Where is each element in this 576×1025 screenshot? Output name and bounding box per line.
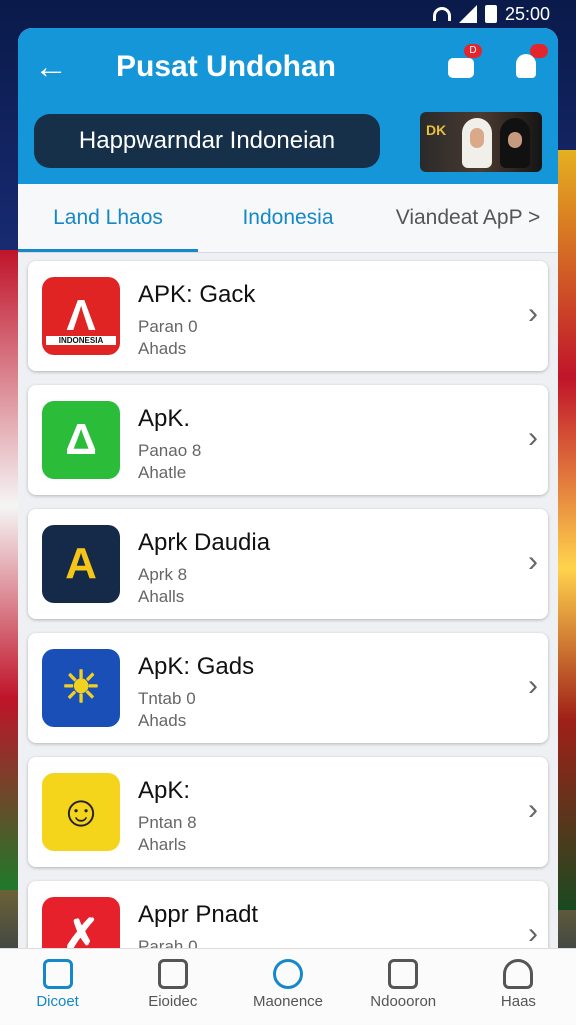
person-icon xyxy=(503,959,534,989)
status-time: 25:00 xyxy=(504,3,550,24)
list-item[interactable]: A Aprk Daudia Aprk 8 Ahalls › xyxy=(28,509,548,619)
user-icon xyxy=(516,54,536,78)
tab-viandeat-app[interactable]: Viandeat ApP > xyxy=(378,184,558,252)
list-item[interactable]: ☀ ApK: Gads Tntab 0 Ahads › xyxy=(28,633,548,743)
app-panel: ← Pusat Undohan D Happwarndar Indoneian … xyxy=(18,28,558,948)
app-meta: Tntab 0 xyxy=(138,689,196,708)
banner-search-pill[interactable]: Happwarndar Indoneian xyxy=(34,114,380,168)
home-icon xyxy=(42,959,73,989)
blue-sun-icon: ☀ xyxy=(42,649,120,727)
list-item[interactable]: Δ ApK. Panao 8 Ahatle › xyxy=(28,385,548,495)
nav-item-profile[interactable]: Haas xyxy=(461,949,576,1025)
header: ← Pusat Undohan D Happwarndar Indoneian … xyxy=(18,28,558,184)
app-meta: Aprk 8 xyxy=(138,565,188,584)
message-button[interactable]: D xyxy=(440,44,482,86)
person-image xyxy=(462,118,492,168)
arrow-left-icon[interactable]: ← xyxy=(34,50,68,84)
app-list: Λ INDONESIA APK: Gack Paran 0 Ahads › Δ … xyxy=(18,253,558,948)
search-icon xyxy=(273,959,303,989)
nav-item-devices[interactable]: Ndoooron xyxy=(346,949,461,1025)
app-name: ApK. xyxy=(138,405,191,432)
nav-label: Haas xyxy=(500,993,536,1010)
gallery-icon xyxy=(157,959,188,989)
app-meta: Ahads xyxy=(138,339,187,358)
nav-label: Ndoooron xyxy=(370,993,437,1010)
app-meta: Pntan 8 xyxy=(138,813,197,832)
app-name: ApK: Gads xyxy=(138,653,255,680)
app-name: Appr Pnadt xyxy=(138,901,259,928)
chevron-right-icon: › xyxy=(528,793,538,826)
app-meta: Paran 0 xyxy=(138,317,198,336)
list-item[interactable]: ✗ Appr Pnadt Parah 0 › xyxy=(28,881,548,948)
tab-indonesia[interactable]: Indonesia xyxy=(198,184,378,252)
app-meta: Panao 8 xyxy=(138,441,202,460)
list-item[interactable]: ☺ ApK: Pntan 8 Aharls › xyxy=(28,757,548,867)
nav-item-gallery[interactable]: Eioidec xyxy=(115,949,230,1025)
profile-badge xyxy=(530,44,548,58)
page-title: Pusat Undohan xyxy=(116,50,337,83)
tab-land-lhaos[interactable]: Land Lhaos xyxy=(18,184,198,252)
red-a-logo-icon: Λ INDONESIA xyxy=(42,277,120,355)
person-image xyxy=(500,118,530,168)
nav-label: Dicoet xyxy=(36,993,79,1010)
wifi-icon xyxy=(432,7,451,21)
thumb-label: DK xyxy=(426,122,447,138)
list-item[interactable]: Λ INDONESIA APK: Gack Paran 0 Ahads › xyxy=(28,261,548,371)
battery-icon xyxy=(484,5,497,23)
chevron-right-icon: › xyxy=(528,545,538,578)
app-meta: Ahalls xyxy=(138,587,185,606)
profile-button[interactable] xyxy=(506,44,548,86)
dark-a-logo-icon: A xyxy=(42,525,120,603)
nav-label: Eioidec xyxy=(148,993,198,1010)
app-name: APK: Gack xyxy=(138,281,256,308)
message-badge: D xyxy=(464,44,482,58)
icon-caption: INDONESIA xyxy=(46,336,116,345)
nav-item-home[interactable]: Dicoet xyxy=(0,949,115,1025)
app-meta: Aharls xyxy=(138,835,187,854)
app-name: Aprk Daudia xyxy=(138,529,271,556)
nav-label: Maonence xyxy=(252,993,324,1010)
chevron-right-icon: › xyxy=(528,669,538,702)
nav-item-search[interactable]: Maonence xyxy=(230,949,345,1025)
app-meta: Ahads xyxy=(138,711,187,730)
signal-icon xyxy=(458,5,477,23)
message-icon xyxy=(448,58,474,78)
green-bell-icon: Δ xyxy=(42,401,120,479)
status-bar: 25:00 xyxy=(0,0,576,28)
bottom-navigation: Dicoet Eioidec Maonence Ndoooron Haas xyxy=(0,948,576,1025)
app-name: ApK: xyxy=(138,777,191,804)
devices-icon xyxy=(388,959,419,989)
chevron-right-icon: › xyxy=(528,421,538,454)
chevron-right-icon: › xyxy=(528,917,538,948)
tab-bar: Land Lhaos Indonesia Viandeat ApP > xyxy=(18,184,558,253)
yellow-face-icon: ☺ xyxy=(42,773,120,851)
promo-thumbnail[interactable]: DK xyxy=(420,112,542,172)
app-meta: Ahatle xyxy=(138,463,187,482)
red-x-logo-icon: ✗ xyxy=(42,897,120,948)
chevron-right-icon: › xyxy=(528,297,538,330)
app-meta: Parah 0 xyxy=(138,937,198,948)
